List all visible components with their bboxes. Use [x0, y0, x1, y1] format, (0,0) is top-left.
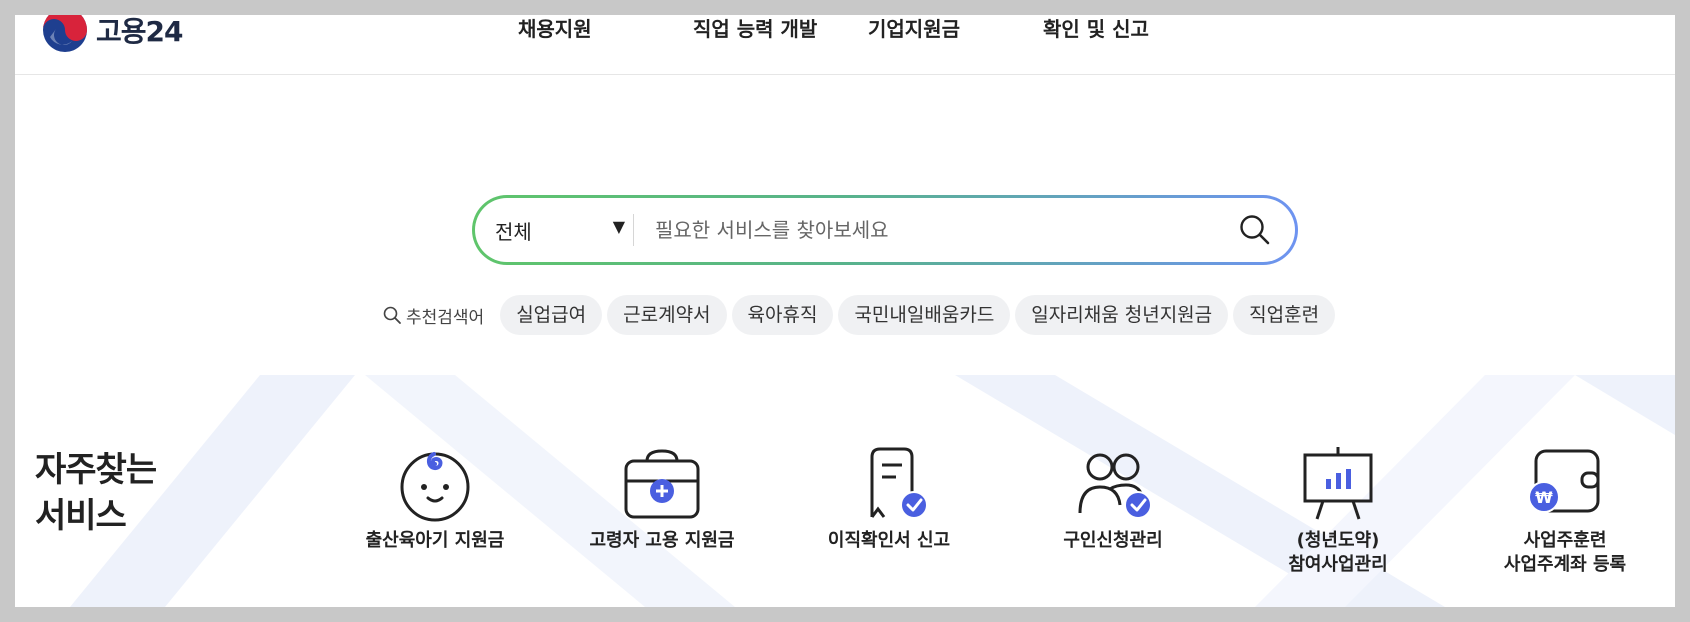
service-label-line2: 사업주계좌 등록: [1503, 554, 1627, 575]
page-frame: 고용24 채용지원 직업 능력 개발 기업지원금 확인 및 신고 전체 ▼ 필요…: [15, 15, 1675, 607]
service-label: 고령자 고용 지원금: [589, 530, 735, 551]
service-label: 출산육아기 지원금: [365, 530, 505, 551]
nav-item-report[interactable]: 확인 및 신고: [1043, 15, 1149, 42]
caret-down-icon: ▼: [612, 217, 625, 236]
search-input[interactable]: [655, 210, 1175, 250]
presentation-board-icon: [1303, 447, 1373, 520]
nav-item-subsidy[interactable]: 기업지원금: [868, 15, 960, 42]
recommended-label: 추천검색어: [382, 303, 484, 328]
nav-item-recruit[interactable]: 채용지원: [518, 15, 592, 42]
service-item-senior-subsidy[interactable]: 고령자 고용 지원금: [552, 445, 772, 553]
services-title: 자주찾는 서비스: [35, 447, 157, 539]
divider: [633, 214, 634, 246]
people-check-icon: [1078, 453, 1152, 519]
keyword-chip[interactable]: 국민내일배움카드: [838, 295, 1011, 335]
service-item-job-posting[interactable]: 구인신청관리: [1003, 445, 1223, 553]
search-icon[interactable]: [1237, 212, 1273, 248]
service-item-childbirth[interactable]: 출산육아기 지원금: [325, 445, 545, 553]
services-title-line2: 서비스: [35, 496, 127, 536]
services-title-line1: 자주찾는: [35, 450, 157, 490]
search-scope-value: 전체: [495, 220, 532, 244]
search-bar-inner: 전체 ▼: [475, 198, 1295, 262]
svg-text:₩: ₩: [1535, 488, 1553, 507]
keyword-chip[interactable]: 일자리채움 청년지원금: [1015, 295, 1229, 335]
main-nav: 채용지원 직업 능력 개발 기업지원금 확인 및 신고: [15, 15, 1675, 43]
keyword-chip[interactable]: 직업훈련: [1233, 295, 1336, 335]
service-item-youth-program[interactable]: (청년도약) 참여사업관리: [1228, 445, 1448, 577]
keyword-chip[interactable]: 실업급여: [500, 295, 603, 335]
wallet-won-icon: ₩: [1528, 449, 1600, 513]
search-small-icon: [383, 306, 401, 324]
receipt-check-icon: [870, 447, 928, 519]
keyword-chip[interactable]: 근로계약서: [607, 295, 727, 335]
service-label: 사업주훈련: [1523, 530, 1607, 551]
recommended-label-text: 추천검색어: [406, 307, 485, 328]
service-item-separation-report[interactable]: 이직확인서 신고: [779, 445, 999, 553]
briefcase-plus-icon: [624, 449, 700, 519]
baby-icon: [400, 452, 470, 522]
service-label-line2: 참여사업관리: [1288, 554, 1388, 575]
nav-item-skills[interactable]: 직업 능력 개발: [693, 15, 817, 42]
service-item-employer-account[interactable]: ₩ 사업주훈련 사업주계좌 등록: [1455, 445, 1675, 577]
keyword-chip[interactable]: 육아휴직: [731, 295, 834, 335]
search-bar: 전체 ▼: [472, 195, 1298, 265]
service-label: 이직확인서 신고: [827, 530, 951, 551]
search-scope-select[interactable]: 전체 ▼: [495, 216, 625, 244]
service-label: (청년도약): [1296, 530, 1380, 551]
site-header: 고용24 채용지원 직업 능력 개발 기업지원금 확인 및 신고: [15, 15, 1675, 75]
recommended-keywords: 추천검색어 실업급여 근로계약서 육아휴직 국민내일배움카드 일자리채움 청년지…: [382, 295, 1340, 335]
service-label: 구인신청관리: [1063, 530, 1163, 551]
